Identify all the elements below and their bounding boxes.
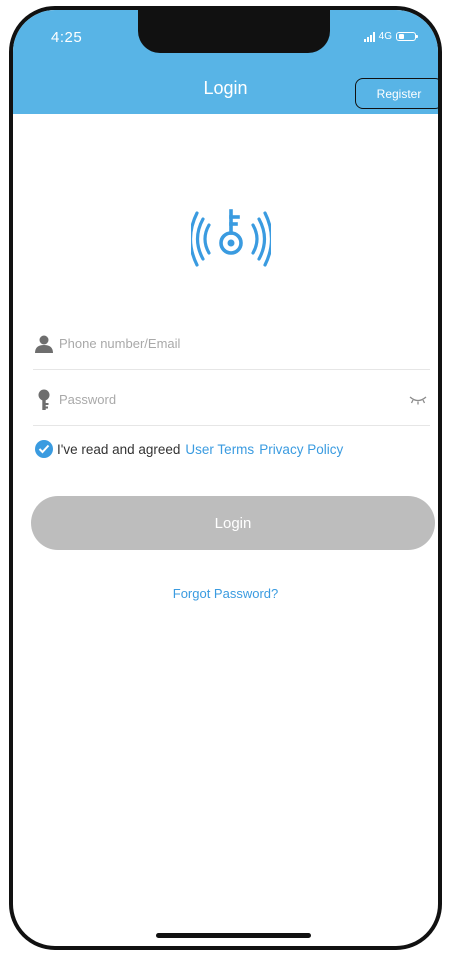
phone-frame: 4:25 4G Login Register Phone number/Emai… xyxy=(9,6,442,950)
screen: 4:25 4G Login Register Phone number/Emai… xyxy=(0,0,451,955)
signal-icon xyxy=(363,31,375,42)
home-indicator[interactable] xyxy=(156,933,311,938)
check-icon xyxy=(38,444,50,454)
key-icon xyxy=(33,389,55,411)
login-button[interactable]: Login xyxy=(31,496,435,550)
agreement-text: I've read and agreed xyxy=(57,441,181,457)
agree-checkbox[interactable] xyxy=(35,440,53,458)
account-input[interactable] xyxy=(59,336,430,351)
privacy-policy-link[interactable]: Privacy Policy xyxy=(259,442,343,457)
status-time: 4:25 xyxy=(51,29,83,46)
register-button[interactable]: Register xyxy=(355,78,438,109)
user-icon xyxy=(33,333,55,355)
eye-closed-icon[interactable] xyxy=(406,390,430,410)
status-indicators: 4G xyxy=(363,31,418,42)
password-input[interactable] xyxy=(59,392,406,407)
key-wireless-logo-icon xyxy=(191,209,271,267)
account-field xyxy=(33,318,430,370)
battery-icon xyxy=(396,32,418,41)
network-type: 4G xyxy=(378,31,392,42)
forgot-password-link[interactable]: Forgot Password? xyxy=(13,586,438,601)
agreement-row: I've read and agreed User Terms Privacy … xyxy=(35,440,343,458)
password-field xyxy=(33,374,430,426)
device-notch xyxy=(138,10,330,53)
user-terms-link[interactable]: User Terms xyxy=(185,442,254,457)
